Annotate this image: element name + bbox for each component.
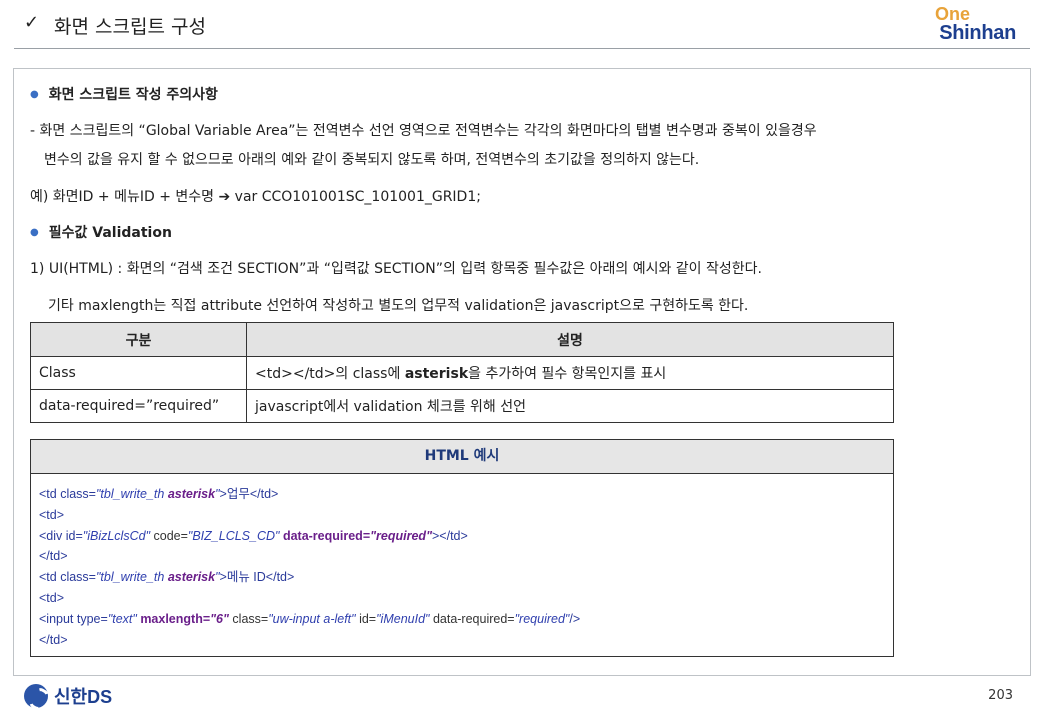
html-example-title: HTML 예시 (31, 440, 893, 474)
table-row: Class <td></td>의 class에 asterisk을 추가하여 필… (30, 356, 894, 390)
section2-line2: 기타 maxlength는 직접 attribute 선언하여 작성하고 별도의… (48, 298, 749, 314)
table-cell-description: javascript에서 validation 체크를 위해 선언 (246, 389, 894, 423)
page-header: ✓ 화면 스크립트 구성 One Shinhan (0, 0, 1040, 50)
table-header-row: 구분 설명 (30, 322, 894, 357)
code-line: <td class="tbl_write_th asterisk">메뉴 ID<… (39, 570, 295, 585)
html-example-box: HTML 예시 <td class="tbl_write_th asterisk… (30, 439, 894, 657)
table-cell-description: <td></td>의 class에 asterisk을 추가하여 필수 항목인지… (246, 356, 894, 390)
code-line: <td> (39, 590, 65, 605)
table-row: data-required=”required” javascript에서 va… (30, 389, 894, 423)
page-title: 화면 스크립트 구성 (54, 16, 206, 38)
table-header-description: 설명 (246, 322, 894, 357)
cell-text-bold: asterisk (404, 366, 469, 382)
section1-line1: - 화면 스크립트의 “Global Variable Area”는 전역변수 … (30, 123, 817, 139)
section2-line1: 1) UI(HTML) : 화면의 “검색 조건 SECTION”과 “입력값 … (30, 261, 762, 277)
footer-brand: 신한DS (54, 687, 113, 707)
cell-text: 을 추가하여 필수 항목인지를 표시 (468, 366, 667, 382)
code-line: <td class="tbl_write_th asterisk">업무</td… (39, 487, 279, 501)
table-cell-category: Class (30, 356, 247, 390)
header-divider (14, 48, 1030, 49)
shinhan-logo-icon (24, 684, 48, 708)
page-number: 203 (988, 688, 1013, 703)
footer-logo: 신한DS (24, 683, 112, 709)
section1-line2: 변수의 값을 유지 할 수 없으므로 아래의 예와 같이 중복되지 않도록 하며… (44, 152, 700, 168)
section1-heading: 화면 스크립트 작성 주의사항 (48, 87, 218, 103)
cell-text: <td></td>의 class에 (255, 366, 405, 382)
code-line: </td> (39, 549, 68, 564)
check-icon: ✓ (24, 12, 40, 33)
code-line: <div id="iBizLclsCd" code="BIZ_LCLS_CD" … (39, 528, 468, 543)
code-line: </td> (39, 632, 68, 647)
table-cell-category: data-required=”required” (30, 389, 247, 423)
bullet-icon: ● (30, 227, 39, 238)
code-line: <td> (39, 507, 65, 522)
section2-heading: 필수값 Validation (48, 225, 172, 241)
spec-table: 구분 설명 Class <td></td>의 class에 asterisk을 … (30, 322, 894, 423)
section1-heading-row: ● 화면 스크립트 작성 주의사항 (30, 84, 218, 104)
code-block: <td class="tbl_write_th asterisk">업무</td… (31, 474, 893, 650)
code-line: <input type="text" maxlength="6" class="… (39, 611, 581, 626)
section2-heading-row: ● 필수값 Validation (30, 222, 172, 242)
bullet-icon: ● (30, 89, 39, 100)
table-header-category: 구분 (30, 322, 247, 357)
section1-example: 예) 화면ID + 메뉴ID + 변수명 ➔ var CCO101001SC_1… (30, 189, 481, 205)
logo-shinhan-text: Shinhan (939, 22, 1016, 44)
